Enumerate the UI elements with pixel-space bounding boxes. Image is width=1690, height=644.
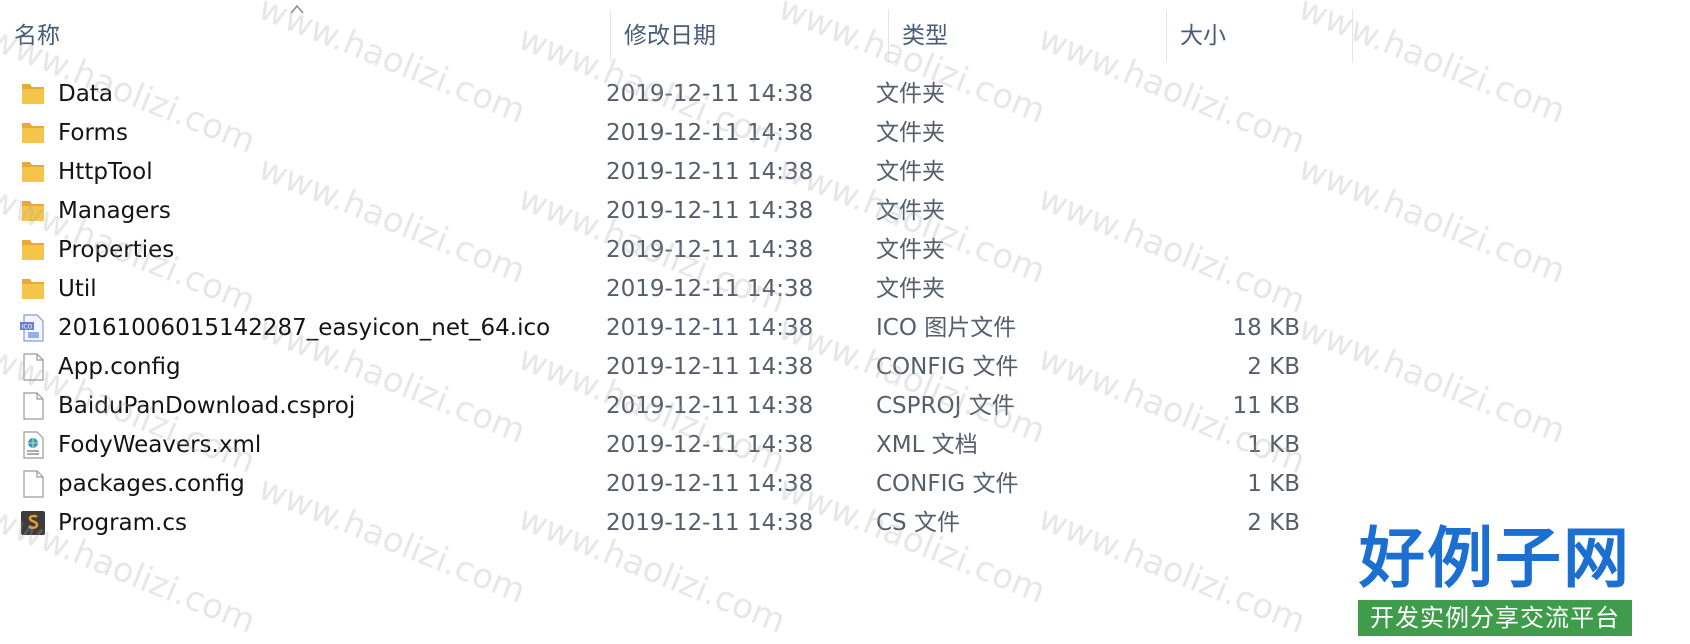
xml-file-icon xyxy=(18,431,48,459)
file-modified-date: 2019-12-11 14:38 xyxy=(606,198,814,224)
file-size: 11 KB xyxy=(1232,393,1300,419)
folder-icon xyxy=(18,197,48,225)
file-row[interactable]: ICO 20161006015142287_easyicon_net_64.ico… xyxy=(0,307,1330,349)
file-name: Util xyxy=(58,276,97,302)
file-type: 文件夹 xyxy=(876,237,945,263)
column-header-bar: 名称 修改日期 类型 大小 xyxy=(0,0,1690,64)
file-modified-date: 2019-12-11 14:38 xyxy=(606,120,814,146)
file-size xyxy=(1160,229,1300,271)
file-size: 18 KB xyxy=(1232,315,1300,341)
file-modified-date: 2019-12-11 14:38 xyxy=(606,237,814,263)
file-row[interactable]: Program.cs 2019-12-11 14:38 CS 文件 2 KB xyxy=(0,502,1330,544)
file-type: 文件夹 xyxy=(876,198,945,224)
svg-text:ICO: ICO xyxy=(22,324,33,331)
file-row[interactable]: Util 2019-12-11 14:38 文件夹 xyxy=(0,268,1330,310)
file-name: BaiduPanDownload.csproj xyxy=(58,393,356,419)
file-modified-date: 2019-12-11 14:38 xyxy=(606,276,814,302)
file-type: 文件夹 xyxy=(876,120,945,146)
column-header-type[interactable]: 类型 xyxy=(888,10,1166,62)
file-row[interactable]: Data 2019-12-11 14:38 文件夹 xyxy=(0,73,1330,115)
file-name: App.config xyxy=(58,354,181,380)
file-name: packages.config xyxy=(58,471,245,497)
file-modified-date: 2019-12-11 14:38 xyxy=(606,81,814,107)
file-row[interactable]: HttpTool 2019-12-11 14:38 文件夹 xyxy=(0,151,1330,193)
file-type: 文件夹 xyxy=(876,81,945,107)
file-modified-date: 2019-12-11 14:38 xyxy=(606,354,814,380)
file-name: HttpTool xyxy=(58,159,153,185)
folder-icon xyxy=(18,158,48,186)
column-divider[interactable] xyxy=(1352,10,1353,62)
cs-file-icon xyxy=(18,509,48,537)
file-type: CONFIG 文件 xyxy=(876,354,1019,380)
watermark-text: www.haolizi.com xyxy=(1292,308,1572,452)
file-row[interactable]: Forms 2019-12-11 14:38 文件夹 xyxy=(0,112,1330,154)
file-size xyxy=(1160,190,1300,232)
file-type: CONFIG 文件 xyxy=(876,471,1019,497)
file-size: 1 KB xyxy=(1247,471,1300,497)
file-modified-date: 2019-12-11 14:38 xyxy=(606,432,814,458)
file-size xyxy=(1160,112,1300,154)
file-modified-date: 2019-12-11 14:38 xyxy=(606,159,814,185)
file-modified-date: 2019-12-11 14:38 xyxy=(606,471,814,497)
file-explorer: 名称 修改日期 类型 大小 Data 2019-12-11 14:38 文件夹 For… xyxy=(0,0,1690,644)
brand-watermark: 好例子网 开发实例分享交流平台 xyxy=(1355,522,1635,640)
file-name: Data xyxy=(58,81,113,107)
file-name: 20161006015142287_easyicon_net_64.ico xyxy=(58,315,551,341)
blank-file-icon xyxy=(18,353,48,381)
file-size: 2 KB xyxy=(1247,354,1300,380)
file-type: 文件夹 xyxy=(876,159,945,185)
column-header-name[interactable]: 名称 xyxy=(0,10,610,62)
file-type: XML 文档 xyxy=(876,432,978,458)
file-row[interactable]: BaiduPanDownload.csproj 2019-12-11 14:38 C… xyxy=(0,385,1330,427)
column-header-size[interactable]: 大小 xyxy=(1166,10,1352,62)
file-type: ICO 图片文件 xyxy=(876,315,1017,341)
file-type: CSPROJ 文件 xyxy=(876,393,1015,419)
blank-file-icon xyxy=(18,392,48,420)
file-size xyxy=(1160,268,1300,310)
file-row[interactable]: packages.config 2019-12-11 14:38 CONFIG 文件… xyxy=(0,463,1330,505)
file-name: FodyWeavers.xml xyxy=(58,432,262,458)
folder-icon xyxy=(18,275,48,303)
file-size: 2 KB xyxy=(1247,510,1300,536)
file-size: 1 KB xyxy=(1247,432,1300,458)
blank-file-icon xyxy=(18,470,48,498)
file-type: 文件夹 xyxy=(876,276,945,302)
file-size xyxy=(1160,73,1300,115)
file-size xyxy=(1160,151,1300,193)
file-modified-date: 2019-12-11 14:38 xyxy=(606,393,814,419)
column-header-date[interactable]: 修改日期 xyxy=(610,10,888,62)
file-name: Program.cs xyxy=(58,510,187,536)
file-modified-date: 2019-12-11 14:38 xyxy=(606,315,814,341)
folder-icon xyxy=(18,236,48,264)
file-name: Properties xyxy=(58,237,175,263)
file-row[interactable]: FodyWeavers.xml 2019-12-11 14:38 XML 文档 1 K… xyxy=(0,424,1330,466)
folder-icon xyxy=(18,119,48,147)
watermark-text: www.haolizi.com xyxy=(1292,148,1572,292)
file-name: Managers xyxy=(58,198,171,224)
file-modified-date: 2019-12-11 14:38 xyxy=(606,510,814,536)
folder-icon xyxy=(18,80,48,108)
file-row[interactable]: App.config 2019-12-11 14:38 CONFIG 文件 2 KB xyxy=(0,346,1330,388)
file-row[interactable]: Managers 2019-12-11 14:38 文件夹 xyxy=(0,190,1330,232)
ico-file-icon: ICO xyxy=(18,314,48,342)
brand-title: 好例子网 xyxy=(1359,519,1631,597)
file-type: CS 文件 xyxy=(876,510,960,536)
file-row[interactable]: Properties 2019-12-11 14:38 文件夹 xyxy=(0,229,1330,271)
brand-subtitle: 开发实例分享交流平台 xyxy=(1358,600,1632,636)
file-name: Forms xyxy=(58,120,128,146)
